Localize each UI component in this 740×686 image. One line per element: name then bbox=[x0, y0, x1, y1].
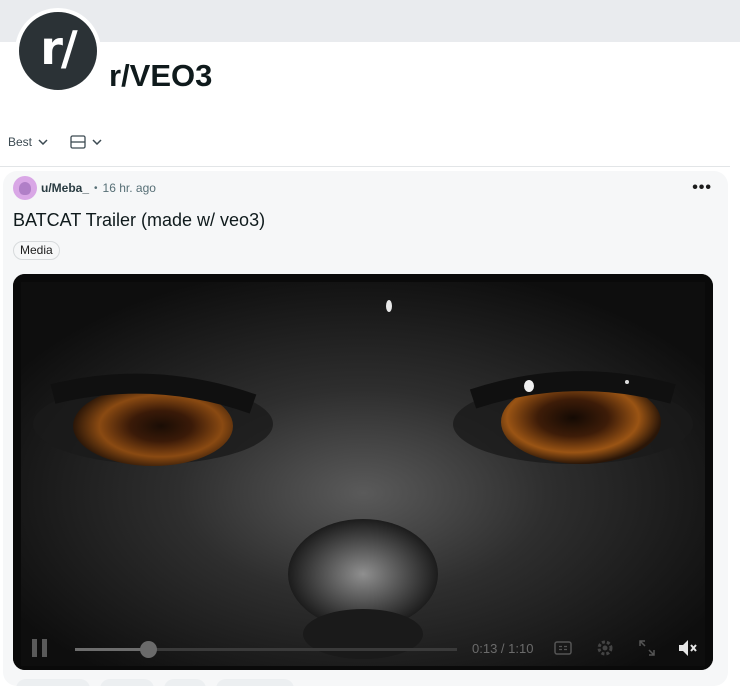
post-flair[interactable]: Media bbox=[13, 241, 60, 260]
feed-toolbar: Best bbox=[0, 131, 102, 153]
chevron-down-icon bbox=[92, 139, 102, 145]
post-title[interactable]: BATCAT Trailer (made w/ veo3) bbox=[13, 210, 265, 231]
pause-icon[interactable] bbox=[31, 639, 49, 657]
subreddit-name: r/VEO3 bbox=[109, 58, 213, 93]
gear-icon[interactable] bbox=[595, 638, 615, 658]
video-controls: 0:13 / 1:10 bbox=[13, 624, 713, 670]
share-pill[interactable] bbox=[216, 679, 294, 686]
feed-divider bbox=[0, 166, 730, 167]
view-toggle-button[interactable] bbox=[70, 135, 102, 149]
video-timecode: 0:13 / 1:10 bbox=[472, 641, 534, 656]
post-card[interactable]: u/Meba_ • 16 hr. ago ••• BATCAT Trailer … bbox=[3, 171, 728, 686]
video-player[interactable]: 0:13 / 1:10 bbox=[13, 274, 713, 670]
post-actions-bar bbox=[16, 679, 294, 686]
vote-pill[interactable] bbox=[16, 679, 90, 686]
subreddit-avatar-text: r/ bbox=[40, 21, 77, 75]
card-view-icon bbox=[70, 135, 86, 149]
user-avatar[interactable] bbox=[13, 176, 37, 200]
chevron-down-icon bbox=[38, 139, 48, 145]
seek-progress bbox=[75, 648, 148, 651]
seek-bar[interactable] bbox=[75, 641, 457, 658]
post-username[interactable]: u/Meba_ bbox=[41, 181, 89, 195]
award-pill[interactable] bbox=[164, 679, 206, 686]
more-options-button[interactable]: ••• bbox=[692, 179, 712, 197]
comments-pill[interactable] bbox=[100, 679, 154, 686]
captions-icon[interactable] bbox=[553, 638, 573, 658]
sort-label: Best bbox=[8, 135, 33, 149]
post-meta: u/Meba_ • 16 hr. ago bbox=[13, 176, 156, 200]
post-time: 16 hr. ago bbox=[102, 181, 156, 195]
muted-speaker-icon[interactable] bbox=[676, 637, 698, 659]
meta-separator: • bbox=[94, 182, 98, 194]
video-frame bbox=[13, 274, 713, 670]
subreddit-avatar[interactable]: r/ bbox=[15, 8, 101, 94]
sort-button[interactable]: Best bbox=[8, 135, 48, 149]
subreddit-banner bbox=[0, 0, 740, 42]
seek-handle[interactable] bbox=[139, 641, 157, 658]
fullscreen-icon[interactable] bbox=[637, 638, 657, 658]
